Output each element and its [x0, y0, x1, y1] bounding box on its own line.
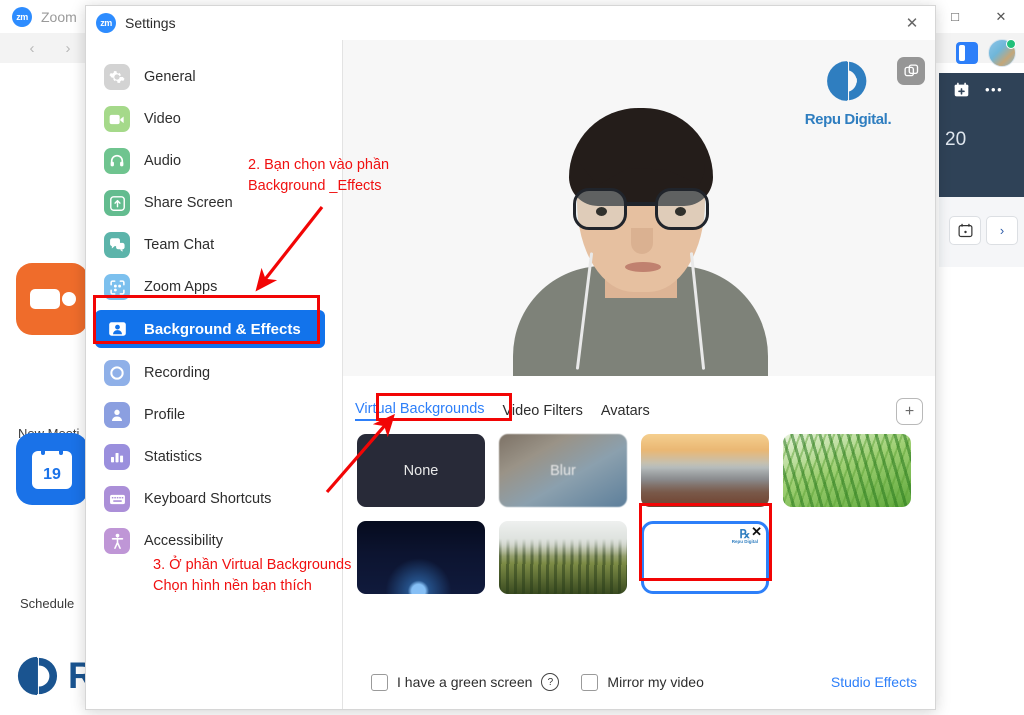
calendar-plus-icon[interactable]	[953, 82, 970, 98]
calendar-button[interactable]	[949, 216, 981, 245]
mouth	[625, 262, 661, 272]
bar-chart-icon	[104, 444, 130, 470]
record-circle-icon	[104, 360, 130, 386]
zoom-window-title: Zoom	[41, 9, 77, 25]
green-screen-checkbox[interactable]	[371, 674, 388, 691]
schedule-button[interactable]: 19	[16, 433, 88, 505]
annotation-step3-line2: Chọn hình nền bạn thích	[153, 578, 312, 594]
annotation-step2-line2: Background _Effects	[248, 178, 382, 194]
lens-right	[655, 188, 709, 230]
repu-logo-mark-icon	[825, 58, 871, 104]
sidebar-item-label: Statistics	[144, 449, 202, 465]
meetings-dark-panel: ••• 20	[939, 73, 1024, 197]
zoom-toolbar-right	[956, 33, 1016, 73]
picture-in-picture-icon[interactable]	[897, 57, 925, 85]
sidebar-item-label: Team Chat	[144, 237, 214, 253]
accessibility-icon	[104, 528, 130, 554]
annotation-step2-line1: 2. Bạn chọn vào phần	[248, 157, 389, 173]
video-preview: Repu Digital.	[343, 40, 936, 376]
background-thumb-forest[interactable]	[499, 521, 627, 594]
sidebar-item-label: Accessibility	[144, 533, 223, 549]
sidebar-item-label: General	[144, 69, 196, 85]
background-thumb-none[interactable]: None	[357, 434, 485, 507]
settings-window: zm Settings ✕ General Video	[85, 5, 936, 710]
settings-window-title: Settings	[125, 15, 176, 31]
highlight-box-virtual-backgrounds-tab	[376, 393, 512, 421]
sidebar-item-profile[interactable]: Profile	[95, 396, 325, 434]
sidebar-item-label: Recording	[144, 365, 210, 381]
background-options-row: I have a green screen ? Mirror my video …	[343, 669, 936, 695]
user-avatar[interactable]	[988, 39, 1016, 67]
calendar-icon: 19	[32, 451, 72, 489]
background-thumb-earth[interactable]	[357, 521, 485, 594]
background-thumb-grass[interactable]	[783, 434, 911, 507]
screenshot-root: zm Zoom – □ ✕ ‹ ›	[0, 0, 1024, 715]
sidebar-item-statistics[interactable]: Statistics	[95, 438, 325, 476]
new-meeting-button[interactable]	[16, 263, 88, 335]
next-arrow-button[interactable]: ›	[986, 216, 1018, 245]
annotation-step-3: 3. Ở phần Virtual Backgrounds Chọn hình n…	[153, 555, 351, 597]
sidebar-item-label: Profile	[144, 407, 185, 423]
nose	[631, 228, 653, 254]
repu-logo-mark-icon	[16, 655, 58, 697]
sidebar-item-label: Keyboard Shortcuts	[144, 491, 271, 507]
sidebar-item-team-chat[interactable]: Team Chat	[95, 226, 325, 264]
settings-titlebar: zm Settings ✕	[86, 6, 935, 40]
meetings-toolbar: ›	[939, 197, 1024, 267]
headphones-icon	[104, 148, 130, 174]
nav-back-icon[interactable]: ‹	[14, 33, 50, 63]
sidebar-item-label: Share Screen	[144, 195, 233, 211]
gear-icon	[104, 64, 130, 90]
sidebar-item-label: Zoom Apps	[144, 279, 217, 295]
eye-left	[596, 207, 607, 216]
green-screen-label: I have a green screen	[397, 674, 532, 690]
glasses	[573, 188, 709, 230]
video-camera-icon	[104, 106, 130, 132]
person-icon	[104, 402, 130, 428]
presence-status-dot	[1006, 39, 1016, 49]
sidebar-item-recording[interactable]: Recording	[95, 354, 325, 392]
annotation-step-2: 2. Bạn chọn vào phần Background _Effects	[248, 155, 389, 197]
help-icon[interactable]: ?	[541, 673, 559, 691]
sidebar-item-general[interactable]: General	[95, 58, 325, 96]
sidebar-item-video[interactable]: Video	[95, 100, 325, 138]
video-camera-icon	[30, 289, 60, 309]
lens-left	[573, 188, 627, 230]
settings-content-panel: Repu Digital. Virtual Backgrounds Video …	[343, 40, 936, 710]
preview-watermark: Repu Digital.	[795, 58, 901, 128]
chat-bubble-icon	[104, 232, 130, 258]
sidebar-item-label: Video	[144, 111, 181, 127]
tab-avatars[interactable]: Avatars	[601, 403, 650, 419]
background-thumb-bridge[interactable]	[641, 434, 769, 507]
more-dots-icon[interactable]: •••	[985, 88, 1003, 92]
sidebar-item-keyboard-shortcuts[interactable]: Keyboard Shortcuts	[95, 480, 325, 518]
add-background-button[interactable]: +	[896, 398, 923, 425]
tab-video-filters[interactable]: Video Filters	[503, 403, 583, 419]
share-screen-icon	[104, 190, 130, 216]
background-thumb-blur[interactable]: Blur	[499, 434, 627, 507]
zoom-logo-icon: zm	[96, 13, 116, 33]
zoom-home-tiles: New Meeti 19 Schedule	[0, 63, 86, 623]
preview-watermark-text: Repu Digital.	[795, 111, 901, 128]
settings-sidebar: General Video Audio Share Screen	[86, 40, 343, 710]
nav-forward-icon[interactable]: ›	[50, 33, 86, 63]
annotation-step3-line1: 3. Ở phần Virtual Backgrounds	[153, 557, 351, 573]
settings-close-button[interactable]: ✕	[889, 6, 935, 40]
keyboard-icon	[104, 486, 130, 512]
highlight-box-custom-background	[639, 503, 772, 581]
side-panel-toggle-icon[interactable]	[956, 42, 978, 64]
meeting-day-number: 20	[945, 129, 966, 151]
mirror-video-label: Mirror my video	[607, 674, 703, 690]
calendar-icon	[958, 223, 973, 238]
zoom-logo-icon: zm	[12, 7, 32, 27]
eye-right	[675, 207, 686, 216]
sidebar-item-label: Audio	[144, 153, 181, 169]
mirror-video-checkbox[interactable]	[581, 674, 598, 691]
person-video-image	[495, 76, 785, 376]
studio-effects-link[interactable]: Studio Effects	[831, 674, 917, 690]
glasses-bridge	[627, 202, 655, 206]
maximize-button[interactable]: □	[932, 0, 978, 33]
highlight-box-background-effects	[93, 295, 320, 344]
close-button[interactable]: ✕	[978, 0, 1024, 33]
